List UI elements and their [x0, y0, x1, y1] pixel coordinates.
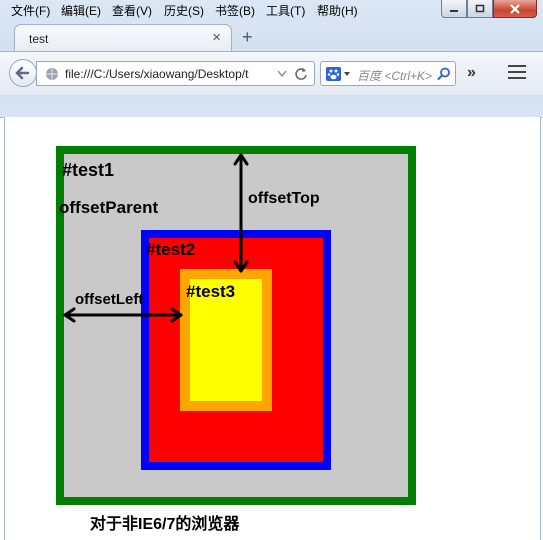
- back-button[interactable]: [9, 59, 37, 87]
- url-text: file:///C:/Users/xiaowang/Desktop/t: [65, 67, 249, 81]
- new-tab-button[interactable]: +: [242, 27, 253, 48]
- hamburger-menu-icon[interactable]: [508, 65, 526, 81]
- tab-test[interactable]: test ×: [14, 24, 232, 51]
- offset-left-label: offsetLeft: [75, 291, 144, 308]
- browser-chrome: 文件(F) 编辑(E) 查看(V) 历史(S) 书签(B) 工具(T) 帮助(H…: [0, 0, 543, 118]
- reload-icon[interactable]: [294, 67, 308, 81]
- menu-help[interactable]: 帮助(H): [317, 2, 358, 19]
- baidu-paw-icon: [326, 67, 341, 81]
- menu-bookmarks[interactable]: 书签(B): [215, 2, 255, 19]
- menu-history[interactable]: 历史(S): [164, 2, 204, 19]
- menu-view[interactable]: 查看(V): [112, 2, 152, 19]
- maximize-button[interactable]: [467, 0, 493, 18]
- minimize-button[interactable]: [441, 0, 467, 18]
- engine-dropdown-icon[interactable]: [344, 72, 350, 77]
- search-input[interactable]: 百度 <Ctrl+K>: [357, 67, 432, 84]
- close-icon: [510, 3, 520, 14]
- back-arrow-icon: [15, 66, 30, 80]
- menu-tools[interactable]: 工具(T): [266, 2, 305, 19]
- dropdown-arrow-icon[interactable]: [277, 70, 287, 78]
- caption: 对于非IE6/7的浏览器: [90, 516, 240, 533]
- toolbar-overflow-button[interactable]: »: [467, 64, 476, 82]
- search-bar[interactable]: 百度 <Ctrl+K>: [320, 61, 456, 86]
- menu-bar: 文件(F) 编辑(E) 查看(V) 历史(S) 书签(B) 工具(T) 帮助(H…: [0, 0, 433, 19]
- test3-label: #test3: [186, 282, 236, 301]
- menu-edit[interactable]: 编辑(E): [61, 2, 101, 19]
- search-icon[interactable]: [437, 67, 451, 81]
- offset-top-label: offsetTop: [248, 190, 320, 207]
- maximize-icon: [475, 4, 485, 12]
- menu-file[interactable]: 文件(F): [11, 2, 50, 19]
- tab-title: test: [29, 32, 49, 46]
- test1-label: #test1: [62, 160, 115, 180]
- navigation-bar: file:///C:/Users/xiaowang/Desktop/t 百度 <…: [0, 51, 543, 95]
- url-bar[interactable]: file:///C:/Users/xiaowang/Desktop/t: [36, 61, 315, 86]
- tab-close-icon[interactable]: ×: [212, 29, 221, 46]
- window-controls: [441, 0, 537, 20]
- test2-label: #test2: [146, 240, 196, 259]
- minimize-icon: [450, 9, 458, 12]
- close-window-button[interactable]: [493, 0, 537, 18]
- globe-icon: [46, 68, 58, 80]
- offset-parent-label: offsetParent: [59, 198, 159, 217]
